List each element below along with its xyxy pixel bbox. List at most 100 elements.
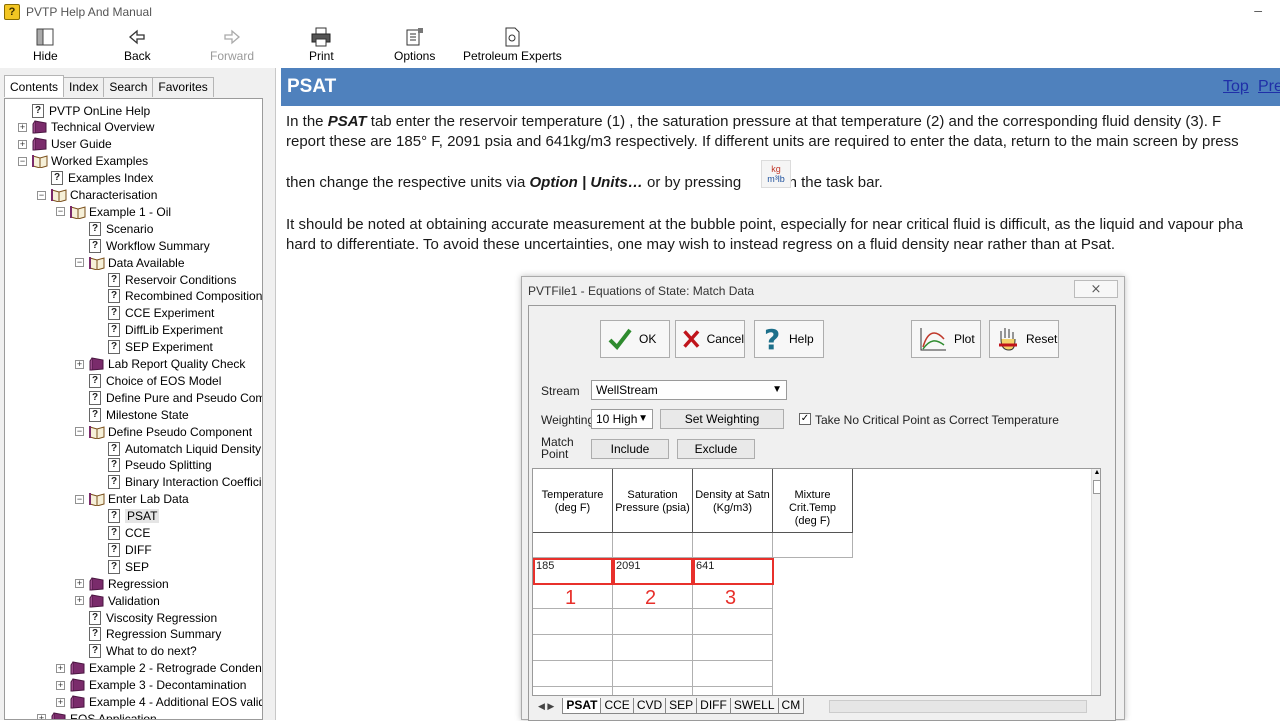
grid-cell[interactable] — [693, 687, 773, 695]
options-button[interactable]: Options — [394, 26, 435, 66]
sheet-tab[interactable]: DIFF — [696, 698, 731, 714]
include-button[interactable]: Include — [591, 439, 669, 459]
sheet-tab[interactable]: SEP — [665, 698, 698, 714]
tree-item[interactable]: − Data Available — [75, 254, 185, 271]
sheet-tab[interactable]: CM — [777, 698, 805, 714]
tree-item[interactable]: + Lab Report Quality Check — [75, 356, 245, 373]
tree-item[interactable]: − Worked Examples — [18, 153, 148, 170]
expand-icon[interactable]: + — [37, 714, 46, 719]
tree-item[interactable]: ? SEP — [94, 558, 149, 575]
sheet-nav-icon[interactable]: ◀ ▶ — [538, 701, 554, 712]
sheet-tab[interactable]: CCE — [600, 698, 634, 714]
print-button[interactable]: Print — [309, 26, 334, 66]
grid-cell[interactable] — [693, 609, 773, 635]
grid-cell[interactable] — [693, 635, 773, 661]
contents-tree[interactable]: ? PVTP OnLine Help + Technical Overview + Use… — [4, 98, 263, 720]
collapse-icon[interactable]: − — [56, 207, 65, 217]
expand-icon[interactable]: + — [56, 697, 65, 707]
grid-cell[interactable] — [533, 609, 613, 635]
tree-item[interactable]: + Validation — [75, 592, 160, 609]
grid-cell[interactable] — [613, 635, 693, 661]
sheet-tab[interactable]: SWELL — [729, 698, 779, 714]
tree-item[interactable]: ? PVTP OnLine Help — [18, 102, 150, 119]
tree-item[interactable]: + Regression — [75, 575, 169, 592]
tree-item[interactable]: ? Recombined Composition — [94, 288, 262, 305]
set-weighting-button[interactable]: Set Weighting — [660, 409, 784, 429]
tree-item[interactable]: ? PSAT — [94, 508, 160, 525]
expand-icon[interactable]: + — [56, 663, 65, 673]
collapse-icon[interactable]: − — [18, 156, 27, 166]
tab-favorites[interactable]: Favorites — [152, 77, 214, 97]
match-data-grid[interactable]: Temperature (deg F) Saturation Pressure (ps… — [532, 468, 1101, 696]
dialog-close-button[interactable]: ⨯ — [1074, 280, 1118, 298]
tree-item[interactable]: ? DiffLib Experiment — [94, 322, 223, 339]
expand-icon[interactable]: + — [75, 359, 84, 369]
tree-item[interactable]: − Define Pseudo Component — [75, 423, 252, 440]
grid-cell[interactable] — [533, 687, 613, 695]
tree-item[interactable]: ? Viscosity Regression — [75, 609, 217, 626]
expand-icon[interactable]: + — [75, 579, 84, 589]
stream-select[interactable]: WellStream ▼ — [591, 380, 787, 400]
back-button[interactable]: Back — [124, 26, 151, 66]
scroll-up-icon[interactable]: ▲ — [1092, 469, 1100, 476]
grid-cell[interactable] — [773, 533, 853, 558]
grid-cell[interactable] — [533, 661, 613, 687]
expand-icon[interactable]: + — [18, 122, 27, 132]
sheet-tab[interactable]: PSAT — [562, 698, 602, 714]
grid-cell[interactable] — [613, 609, 693, 635]
tree-item[interactable]: ? What to do next? — [75, 643, 197, 660]
expand-icon[interactable]: + — [56, 680, 65, 690]
tree-item[interactable]: + EOS Application — [37, 710, 157, 719]
expand-icon[interactable]: + — [75, 596, 84, 606]
take-no-critical-checkbox[interactable]: ✓ — [799, 413, 811, 425]
help-button[interactable]: ? Help — [754, 320, 824, 358]
tree-item[interactable]: ? Automatch Liquid Density — [94, 440, 261, 457]
tree-item[interactable]: ? Scenario — [75, 220, 153, 237]
collapse-icon[interactable]: − — [75, 258, 84, 268]
tree-item[interactable]: + Technical Overview — [18, 119, 154, 136]
tree-item[interactable]: ? Define Pure and Pseudo Compo — [75, 389, 262, 406]
scroll-thumb[interactable] — [1093, 480, 1100, 494]
tree-item[interactable]: + Example 2 - Retrograde Condensate — [56, 660, 262, 677]
grid-cell[interactable] — [533, 533, 613, 558]
ok-button[interactable]: OK — [600, 320, 670, 358]
vertical-scrollbar[interactable]: ▲ — [1091, 469, 1100, 695]
tab-contents[interactable]: Contents — [4, 75, 65, 97]
top-link[interactable]: Top — [1223, 78, 1249, 96]
tree-item[interactable]: − Example 1 - Oil — [56, 203, 171, 220]
tree-item[interactable]: ? Choice of EOS Model — [75, 372, 221, 389]
grid-cell[interactable] — [533, 635, 613, 661]
exclude-button[interactable]: Exclude — [677, 439, 755, 459]
petroleum-experts-button[interactable]: Petroleum Experts — [463, 26, 562, 66]
weighting-select[interactable]: 10 High ▼ — [591, 409, 653, 429]
plot-button[interactable]: Plot — [911, 320, 981, 358]
tree-item[interactable]: ? Pseudo Splitting — [94, 457, 212, 474]
tree-item[interactable]: ? Reservoir Conditions — [94, 271, 236, 288]
horizontal-scrollbar[interactable] — [829, 700, 1087, 713]
grid-cell[interactable] — [613, 533, 693, 558]
cancel-button[interactable]: Cancel — [675, 320, 745, 358]
tree-item[interactable]: + Example 3 - Decontamination — [56, 677, 246, 694]
tree-item[interactable]: ? DIFF — [94, 541, 152, 558]
grid-cell[interactable] — [613, 687, 693, 695]
tree-item[interactable]: ? CCE — [94, 525, 150, 542]
tree-item[interactable]: ? Examples Index — [37, 170, 153, 187]
forward-button[interactable]: Forward — [210, 26, 254, 66]
previous-link[interactable]: Pre — [1258, 78, 1280, 96]
hide-button[interactable]: Hide — [33, 26, 58, 66]
tree-item[interactable]: − Characterisation — [37, 187, 157, 204]
tree-item[interactable]: ? Workflow Summary — [75, 237, 210, 254]
tab-index[interactable]: Index — [63, 77, 105, 97]
tree-item[interactable]: − Enter Lab Data — [75, 491, 189, 508]
tree-item[interactable]: ? Regression Summary — [75, 626, 221, 643]
reset-button[interactable]: Reset — [989, 320, 1059, 358]
grid-cell[interactable] — [693, 533, 773, 558]
grid-cell[interactable] — [693, 661, 773, 687]
sheet-tab[interactable]: CVD — [632, 698, 667, 714]
tree-item[interactable]: + Example 4 - Additional EOS validatio — [56, 694, 262, 711]
tab-search[interactable]: Search — [103, 77, 154, 97]
minimize-button[interactable]: – — [1254, 2, 1262, 18]
grid-cell[interactable] — [613, 661, 693, 687]
tree-item[interactable]: ? Milestone State — [75, 406, 189, 423]
tree-item[interactable]: ? Binary Interaction Coefficier — [94, 474, 262, 491]
